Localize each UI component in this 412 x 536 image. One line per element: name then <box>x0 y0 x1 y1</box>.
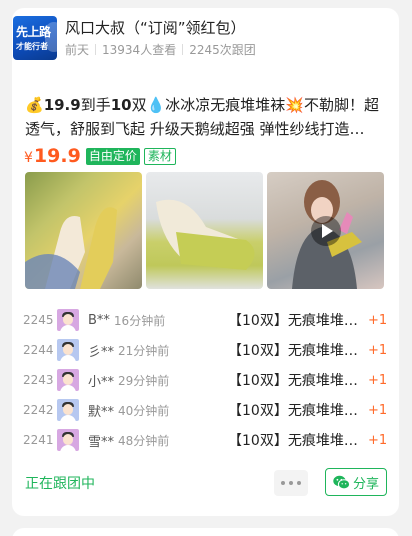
order-number: 2245 <box>23 313 54 327</box>
free-pricing-tag: 自由定价 <box>85 147 140 165</box>
buyer-name: 默** <box>88 404 115 420</box>
money-bag-icon: 💰 <box>25 96 44 114</box>
more-dots-icon <box>297 481 301 485</box>
buyer-avatar <box>57 339 79 361</box>
desc-text: 双 <box>131 96 147 114</box>
order-time: 16分钟前 <box>113 313 166 328</box>
post-date: 前天 <box>65 43 90 57</box>
buyer-name: B** <box>88 312 110 328</box>
price-row: ¥19.9 自由定价 素材 <box>24 143 176 169</box>
order-item: 【10双】无痕堆堆… <box>228 343 358 359</box>
more-button[interactable] <box>274 470 308 496</box>
order-number: 2242 <box>23 403 54 417</box>
author-avatar[interactable]: 先上路 才能行者 <box>13 16 57 60</box>
order-quantity: +1 <box>368 432 388 448</box>
order-time: 40分钟前 <box>118 403 170 418</box>
order-time: 21分钟前 <box>118 343 170 358</box>
desc-text: 到手 <box>80 96 111 114</box>
meta-divider <box>182 44 184 55</box>
material-tag[interactable]: 素材 <box>143 147 176 165</box>
avatar-text-line2: 才能行者 <box>16 42 48 51</box>
desc-price: 19.9 <box>43 96 81 114</box>
order-row[interactable]: 2244 彡** 21分钟前 【10双】无痕堆堆… +1 <box>23 335 389 365</box>
currency-symbol: ¥ <box>24 150 33 166</box>
group-buy-count: 2245次跟团 <box>189 43 256 57</box>
post-footer: 正在跟团中 分享 <box>25 468 387 496</box>
meta-divider <box>95 44 97 55</box>
droplet-icon: 💧 <box>146 96 166 114</box>
share-button[interactable]: 分享 <box>325 468 387 496</box>
share-label: 分享 <box>352 476 379 492</box>
order-quantity: +1 <box>368 372 388 388</box>
order-item: 【10双】无痕堆堆… <box>228 403 358 419</box>
buyer-avatar <box>57 429 79 451</box>
buyer-avatar <box>57 399 79 421</box>
product-video-thumbnail[interactable] <box>267 172 384 289</box>
group-buy-status[interactable]: 正在跟团中 <box>25 473 95 493</box>
product-image-green-sock[interactable] <box>146 172 263 289</box>
order-row[interactable]: 2243 小** 29分钟前 【10双】无痕堆堆… +1 <box>23 365 389 395</box>
burst-icon: 💥 <box>285 96 304 114</box>
post-header: 先上路 才能行者 风口大叔（“订阅”领红包） 前天 13934人查看 2245次… <box>13 16 256 60</box>
buyer-avatar <box>57 309 79 331</box>
desc-text: 冰冰凉无痕堆堆袜 <box>165 96 286 114</box>
sock-illustration <box>156 199 255 270</box>
more-dots-icon <box>289 481 293 485</box>
avatar-decoration <box>45 22 57 52</box>
buyer-name: 彡** <box>88 344 115 360</box>
order-item: 【10双】无痕堆堆… <box>228 373 358 389</box>
buyer-avatar <box>57 369 79 391</box>
view-count: 13934人查看 <box>102 43 177 57</box>
buyer-name: 雪** <box>88 434 115 450</box>
order-number: 2241 <box>23 433 54 447</box>
desc-quantity: 10 <box>110 96 132 114</box>
order-quantity: +1 <box>368 342 388 358</box>
image-gallery <box>25 172 384 289</box>
author-name[interactable]: 风口大叔（“订阅”领红包） <box>65 18 256 38</box>
post-description[interactable]: 💰19.9到手10双💧冰冰凉无痕堆堆袜💥不勒脚！超透气，舒服到飞起 升级天鹅绒超… <box>25 93 389 141</box>
order-time: 48分钟前 <box>118 433 170 448</box>
order-item: 【10双】无痕堆堆… <box>228 433 358 449</box>
wechat-icon <box>333 475 350 489</box>
order-list: 2245 B** 16分钟前 【10双】无痕堆堆… +1 2244 彡** 21… <box>23 305 389 455</box>
next-post-card <box>12 528 399 536</box>
more-dots-icon <box>281 481 285 485</box>
price: ¥19.9 <box>24 145 81 167</box>
order-row[interactable]: 2242 默** 40分钟前 【10双】无痕堆堆… +1 <box>23 395 389 425</box>
order-quantity: +1 <box>368 402 388 418</box>
order-item: 【10双】无痕堆堆… <box>228 313 358 329</box>
order-time: 29分钟前 <box>118 373 170 388</box>
product-image-yellow-socks-feet[interactable] <box>25 172 142 289</box>
order-number: 2244 <box>23 343 54 357</box>
socks-illustration <box>25 207 117 289</box>
price-value: 19.9 <box>33 145 81 167</box>
play-icon <box>321 223 333 238</box>
order-number: 2243 <box>23 373 54 387</box>
buyer-name: 小** <box>88 374 115 390</box>
order-quantity: +1 <box>368 312 388 328</box>
play-button[interactable] <box>310 215 341 246</box>
order-row[interactable]: 2241 雪** 48分钟前 【10双】无痕堆堆… +1 <box>23 425 389 455</box>
order-row[interactable]: 2245 B** 16分钟前 【10双】无痕堆堆… +1 <box>23 305 389 335</box>
